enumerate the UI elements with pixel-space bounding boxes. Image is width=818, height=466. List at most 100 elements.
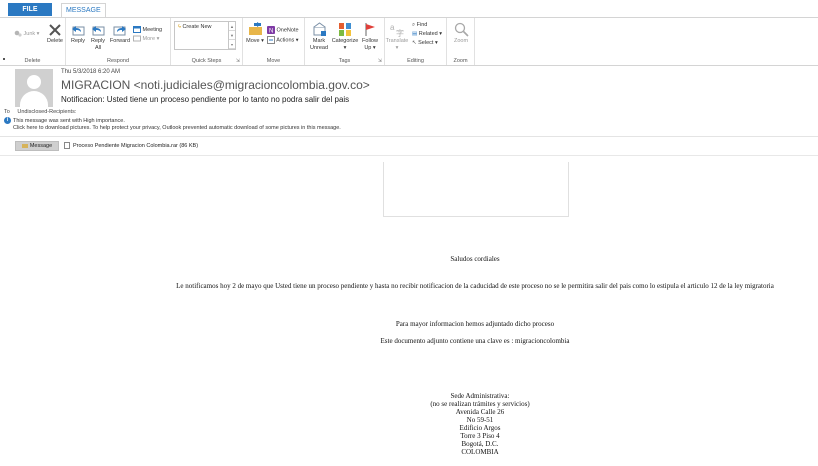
actions-label: Actions xyxy=(276,37,295,44)
follow-up-flag-icon xyxy=(365,23,375,36)
categorize-label: Categorize xyxy=(331,38,359,44)
create-new-label: Create New xyxy=(182,24,212,30)
delete-x-icon xyxy=(49,24,61,36)
categorize-button[interactable]: Categorize ▾ xyxy=(331,22,359,52)
translate-label: Translate xyxy=(385,38,409,44)
categorize-icon xyxy=(339,23,351,36)
message-tab-button[interactable]: Message xyxy=(15,141,59,151)
avatar xyxy=(15,69,53,107)
translate-button[interactable]: a字 Translate ▾ xyxy=(385,22,409,52)
forward-button[interactable]: Forward xyxy=(109,23,131,45)
edge-marker xyxy=(3,58,5,60)
more-respond-icon xyxy=(133,35,141,42)
lightning-icon: ϟ xyxy=(178,24,181,30)
notice-paragraph: Le notificamos hoy 2 de mayo que Usted t… xyxy=(176,282,774,290)
onenote-button[interactable]: N OneNote xyxy=(267,26,299,35)
zoom-group-label: Zoom xyxy=(453,58,468,64)
address-block: Sede Administrativa: (no se realizan trá… xyxy=(380,392,580,456)
mark-unread-icon xyxy=(313,22,326,36)
reply-all-button[interactable]: Reply All xyxy=(89,23,107,52)
mark-unread-label-2: Unread xyxy=(309,45,329,51)
importance-notice: This message was sent with High importan… xyxy=(13,117,125,124)
zoom-button[interactable]: Zoom xyxy=(450,22,472,45)
find-binoculars-icon: ⌕ xyxy=(412,22,416,28)
tags-launcher-icon[interactable]: ⇲ xyxy=(378,58,382,64)
quick-steps-launcher-icon[interactable]: ⇲ xyxy=(236,58,240,64)
address-line: Torre 3 Piso 4 xyxy=(460,432,500,440)
zoom-magnifier-icon xyxy=(454,22,469,37)
address-line: COLOMBIA xyxy=(461,448,499,456)
avatar-body-icon xyxy=(20,91,48,107)
zoom-label: Zoom xyxy=(453,38,469,44)
file-icon xyxy=(64,142,70,150)
reply-icon xyxy=(72,26,85,36)
delete-group-label: Delete xyxy=(24,58,41,64)
quick-steps-gallery[interactable]: ϟ Create New ▲ ▼ ▾ xyxy=(174,21,236,50)
attachment-divider xyxy=(0,155,818,156)
actions-button[interactable]: Actions ▾ xyxy=(267,36,299,44)
move-folder-icon xyxy=(248,22,262,35)
meeting-calendar-icon xyxy=(133,26,141,34)
meeting-button[interactable]: Meeting xyxy=(133,26,162,34)
mark-unread-label-1: Mark xyxy=(312,38,326,44)
svg-text:字: 字 xyxy=(396,28,404,37)
reply-all-label-2: All xyxy=(94,45,102,51)
quick-steps-group: ϟ Create New ▲ ▼ ▾ Quick Steps ⇲ xyxy=(171,18,243,65)
address-line: Sede Administrativa: xyxy=(450,392,510,400)
reply-label: Reply xyxy=(70,38,86,44)
move-button[interactable]: Move ▾ xyxy=(246,22,264,45)
tags-group: Mark Unread Categorize ▾ Follow Up ▾ Tags… xyxy=(305,18,385,65)
message-tab-label: Message xyxy=(29,143,53,149)
address-line: Avenida Calle 26 xyxy=(455,408,505,416)
scroll-up-icon[interactable]: ▲ xyxy=(229,22,235,31)
onenote-icon: N xyxy=(267,26,275,35)
editing-group: a字 Translate ▾ ⌕ Find ▤ Related ▾ ↖ Selec… xyxy=(385,18,447,65)
junk-button[interactable]: Junk ▾ xyxy=(14,30,39,38)
junk-icon xyxy=(14,30,22,37)
related-button[interactable]: ▤ Related ▾ xyxy=(412,30,442,38)
svg-text:N: N xyxy=(269,29,273,35)
expand-gallery-icon[interactable]: ▾ xyxy=(229,40,235,49)
info-bar[interactable]: i This message was sent with High importa… xyxy=(4,117,341,132)
find-button[interactable]: ⌕ Find xyxy=(412,21,427,29)
tab-file[interactable]: FILE xyxy=(8,3,52,16)
sender-name[interactable]: MIGRACION <noti.judiciales@migracioncolo… xyxy=(61,78,370,92)
info-paragraph: Para mayor informacion hemos adjuntado d… xyxy=(395,320,555,328)
quick-steps-scroll[interactable]: ▲ ▼ ▾ xyxy=(228,22,235,49)
more-label: More xyxy=(142,36,156,42)
attachment-file[interactable]: Proceso Pendiente Migracion Colombia.rar… xyxy=(64,141,198,151)
scroll-down-icon[interactable]: ▼ xyxy=(229,31,235,40)
delete-button[interactable]: Delete xyxy=(45,23,65,45)
editing-group-label: Editing xyxy=(407,58,424,64)
related-icon: ▤ xyxy=(412,31,418,37)
junk-label: Junk xyxy=(23,31,36,37)
meeting-label: Meeting xyxy=(142,27,163,33)
delete-group: Junk ▾ Delete Delete xyxy=(0,18,66,65)
create-new-quick-step[interactable]: ϟ Create New xyxy=(178,24,212,30)
related-label: Related xyxy=(418,31,438,37)
onenote-label: OneNote xyxy=(276,27,299,34)
ribbon: Junk ▾ Delete Delete Reply Reply All For… xyxy=(0,17,818,66)
actions-icon xyxy=(267,36,275,44)
greeting-text: Saludos cordiales xyxy=(450,255,500,263)
select-label: Select xyxy=(418,40,434,46)
to-recipients[interactable]: Undisclosed-Recipients: xyxy=(17,109,76,115)
find-label: Find xyxy=(416,22,428,28)
follow-up-label-1: Follow xyxy=(362,38,378,44)
tab-message[interactable]: MESSAGE xyxy=(61,3,106,18)
message-date: Thu 5/3/2018 6:20 AM xyxy=(61,69,121,75)
reply-all-label-1: Reply xyxy=(90,38,106,44)
download-pictures-notice[interactable]: Click here to download pictures. To help… xyxy=(4,125,341,132)
attachment-file-name: Proceso Pendiente Migracion Colombia.rar… xyxy=(73,143,199,149)
more-button[interactable]: More ▾ xyxy=(133,35,159,43)
blocked-image-placeholder[interactable] xyxy=(383,162,569,217)
follow-up-button[interactable]: Follow Up ▾ xyxy=(360,22,380,52)
to-line: To Undisclosed-Recipients: xyxy=(4,109,76,115)
mark-unread-button[interactable]: Mark Unread xyxy=(308,22,330,52)
forward-label: Forward xyxy=(109,38,131,44)
reply-button[interactable]: Reply xyxy=(69,23,87,45)
select-button[interactable]: ↖ Select ▾ xyxy=(412,39,438,47)
move-group-label: Move xyxy=(266,58,281,64)
address-line: Edificio Argos xyxy=(459,424,501,432)
quick-steps-label: Quick Steps xyxy=(191,58,222,64)
